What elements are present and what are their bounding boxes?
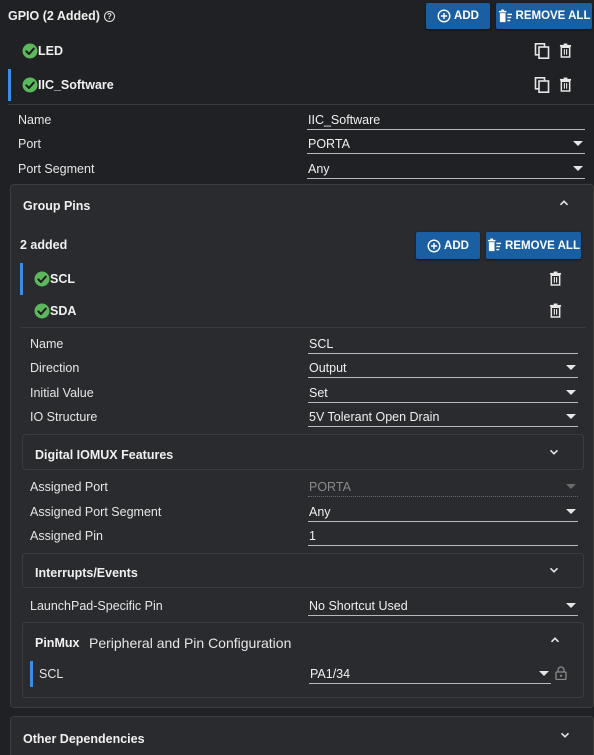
pin-name-label: Name [30,337,64,351]
other-dependencies-header[interactable]: Other Dependencies [10,716,594,755]
assigned-port-select: PORTA [308,479,578,497]
divider [20,327,586,328]
name-field[interactable]: IIC_Software [307,112,585,130]
dropdown-arrow-icon [566,390,576,395]
assigned-pin-value: 1 [309,529,316,543]
group-pins-count: 2 added [20,238,68,252]
interrupts-title: Interrupts/Events [35,566,138,580]
iomux-title: Digital IOMUX Features [35,448,174,462]
gpio-item-label: IIC_Software [38,78,114,92]
dropdown-arrow-icon [566,509,576,514]
group-pins-remove-all-label: REMOVE ALL [505,239,580,252]
pin-item-label: SDA [50,304,77,318]
gpio-item-label: LED [38,44,63,58]
port-segment-label: Port Segment [18,162,95,176]
trash-icon[interactable] [549,271,562,286]
check-circle-icon [34,303,50,319]
assigned-port-value: PORTA [309,480,351,494]
trash-icon[interactable] [549,303,562,318]
divider [8,104,594,105]
chevron-down-icon [549,447,559,457]
io-structure-label: IO Structure [30,410,98,424]
port-segment-value: Any [308,162,330,176]
assigned-port-segment-label: Assigned Port Segment [30,505,162,519]
pinmux-subtitle: Peripheral and Pin Configuration [89,635,292,651]
selection-indicator [8,69,11,101]
help-icon[interactable]: ? [103,10,115,22]
pin-name-value: SCL [309,337,334,351]
pinmux-row-label: SCL [39,667,64,681]
gpio-header: GPIO (2 Added) ? [8,9,115,23]
remove-all-icon [498,9,513,24]
launchpad-pin-label: LaunchPad-Specific Pin [30,599,163,613]
group-pins-remove-all-button[interactable]: REMOVE ALL [486,232,581,259]
port-label: Port [18,137,41,151]
port-select-value: PORTA [308,137,350,151]
dropdown-arrow-icon [566,414,576,419]
direction-select[interactable]: Output [308,360,578,378]
pin-name-field[interactable]: SCL [308,336,578,354]
assigned-port-segment-select[interactable]: Any [308,504,578,522]
dropdown-arrow-icon [566,484,576,489]
check-circle-icon [34,271,50,287]
initial-value-value: Set [309,386,328,400]
group-pins-title: Group Pins [23,199,91,213]
name-label: Name [18,113,52,127]
pinmux-title: PinMux [35,636,80,650]
name-field-value: IIC_Software [308,113,381,127]
trash-icon[interactable] [559,77,572,92]
plus-circle-icon [437,9,451,23]
gpio-remove-all-label: REMOVE ALL [515,10,591,22]
port-segment-select[interactable]: Any [307,161,585,179]
chevron-down-icon [549,565,559,575]
check-circle-icon [22,43,38,59]
trash-icon[interactable] [559,43,572,58]
other-dependencies-title: Other Dependencies [23,732,145,746]
gpio-title: GPIO (2 Added) [8,9,100,23]
io-structure-select[interactable]: 5V Tolerant Open Drain [308,409,578,427]
check-circle-icon [22,77,38,93]
direction-value: Output [309,361,347,375]
assigned-pin-label: Assigned Pin [30,529,103,543]
gpio-add-button[interactable]: ADD [426,3,490,29]
dropdown-arrow-icon [566,603,576,608]
dropdown-arrow-icon [573,166,583,171]
iomux-section-header[interactable]: Digital IOMUX Features [22,434,584,470]
chevron-up-icon[interactable] [550,635,560,645]
group-pins-add-label: ADD [444,239,469,252]
gpio-add-label: ADD [454,10,479,22]
interrupts-section-header[interactable]: Interrupts/Events [22,553,584,588]
copy-icon[interactable] [534,77,550,93]
pin-item-label: SCL [50,272,75,286]
pinmux-pin-value: PA1/34 [310,667,351,681]
group-pins-add-button[interactable]: ADD [416,232,480,259]
dropdown-arrow-icon [573,141,583,146]
launchpad-pin-value: No Shortcut Used [309,599,408,613]
initial-value-select[interactable]: Set [308,385,578,403]
selection-indicator [30,661,33,687]
pinmux-panel [22,622,584,698]
chevron-down-icon [560,730,570,740]
pinmux-pin-select[interactable]: PA1/34 [309,666,551,684]
dropdown-arrow-icon [539,671,549,676]
assigned-port-label: Assigned Port [30,480,108,494]
io-structure-value: 5V Tolerant Open Drain [309,410,440,424]
plus-circle-icon [427,239,441,253]
gpio-remove-all-button[interactable]: REMOVE ALL [496,3,592,29]
assigned-pin-field[interactable]: 1 [308,528,578,546]
assigned-port-segment-value: Any [309,505,331,519]
initial-value-label: Initial Value [30,386,94,400]
dropdown-arrow-icon [566,365,576,370]
selection-indicator [20,263,23,295]
copy-icon[interactable] [534,43,550,59]
remove-all-icon [487,238,502,253]
port-select[interactable]: PORTA [307,136,585,154]
chevron-up-icon[interactable] [559,198,569,208]
direction-label: Direction [30,361,80,375]
lock-icon[interactable] [555,666,567,680]
launchpad-pin-select[interactable]: No Shortcut Used [308,598,578,616]
